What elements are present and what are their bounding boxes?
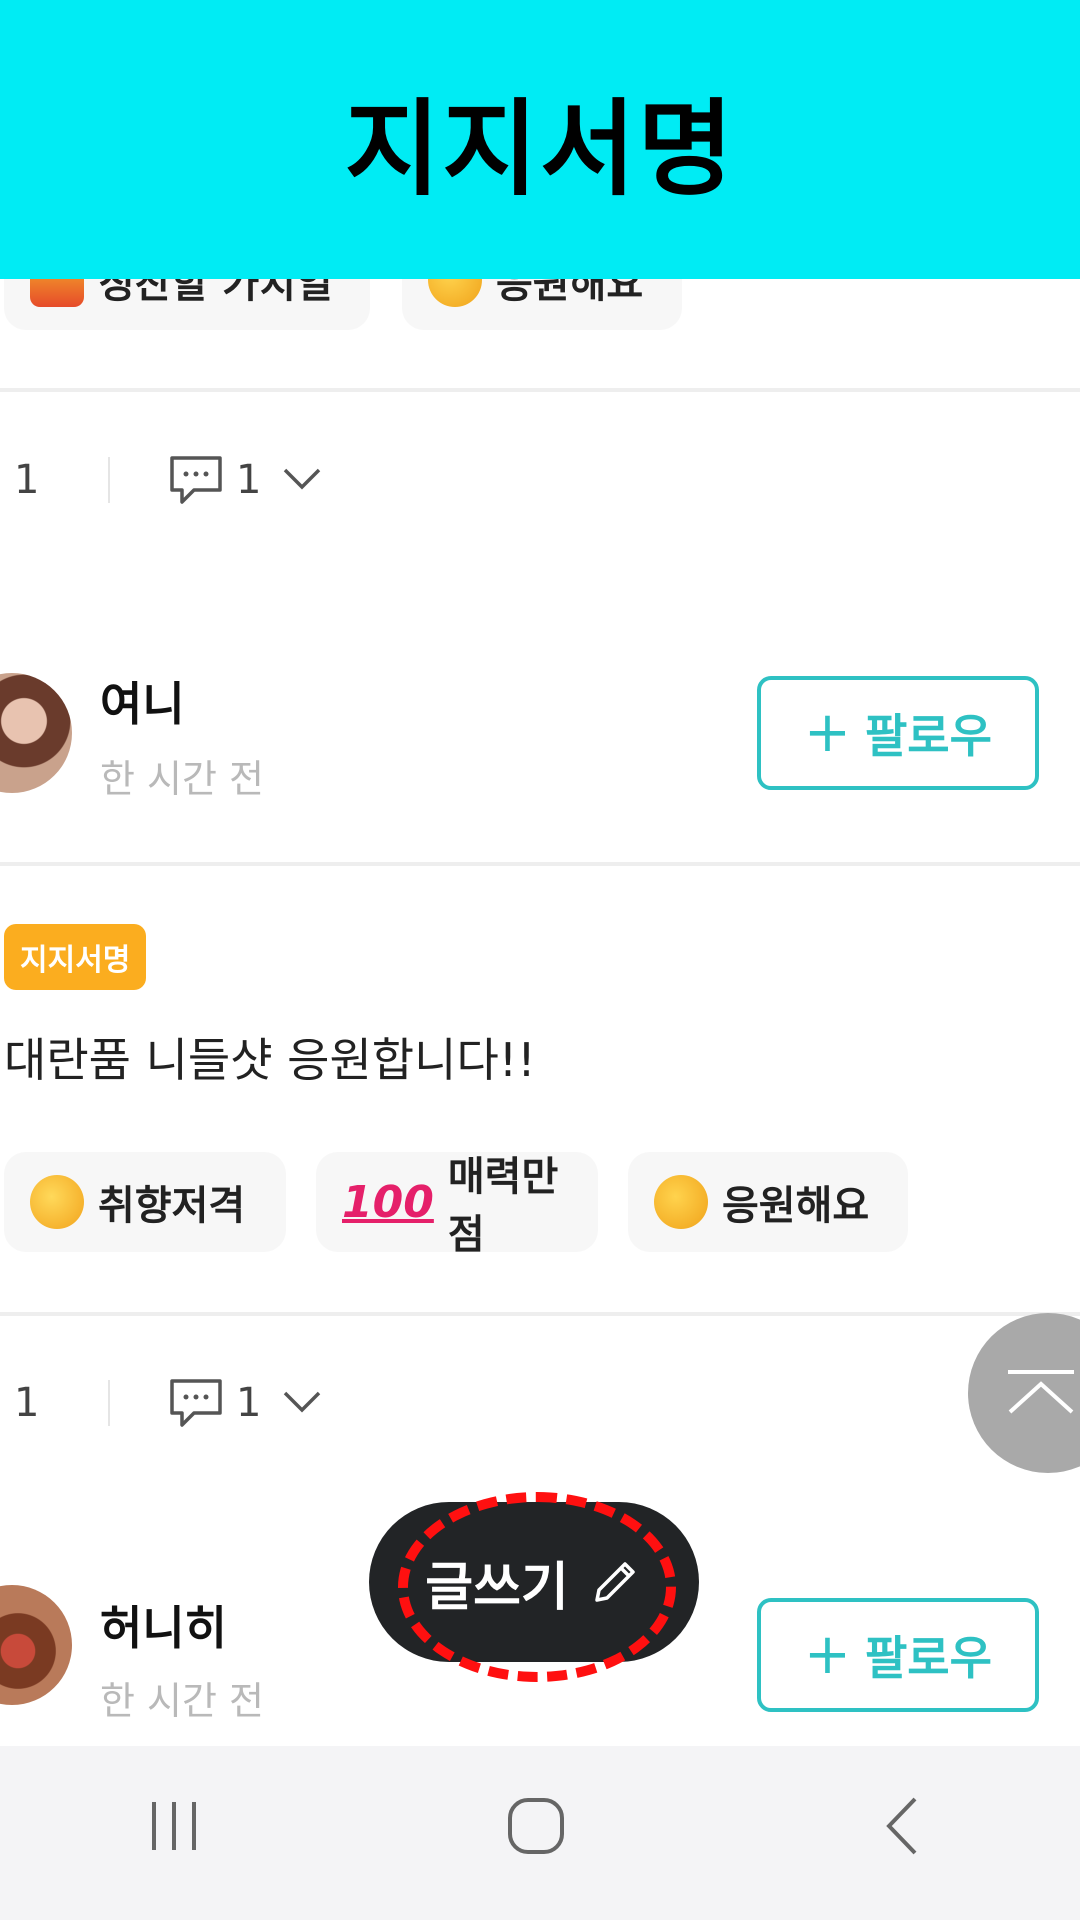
- follow-label: 팔로우: [864, 709, 992, 763]
- post-stats: 1 1: [0, 1363, 500, 1443]
- like-count[interactable]: 1: [14, 1380, 39, 1426]
- arrow-up-icon: [1008, 1370, 1074, 1414]
- avatar[interactable]: [0, 673, 72, 793]
- home-icon: [508, 1798, 564, 1854]
- plus-icon: +: [804, 1622, 851, 1687]
- reaction-chip-cheer[interactable]: 응원해요: [628, 1152, 908, 1252]
- title-banner: 지지서명: [0, 0, 1080, 279]
- post-time: 한 시간 전: [100, 757, 264, 801]
- navigation-bar: [0, 1746, 1080, 1920]
- follow-button[interactable]: + 팔로우: [757, 1598, 1039, 1712]
- hundred-points-icon: 100: [342, 1176, 434, 1228]
- follow-label: 팔로우: [864, 1631, 992, 1685]
- username[interactable]: 허니히: [100, 1592, 227, 1658]
- plus-icon: +: [804, 700, 851, 765]
- write-button[interactable]: 글쓰기: [369, 1502, 699, 1662]
- avatar[interactable]: [0, 1585, 72, 1705]
- pencil-icon: [595, 1562, 635, 1602]
- reaction-label: 매력만점: [447, 1154, 559, 1258]
- comment-icon[interactable]: [168, 454, 224, 506]
- stats-separator: [108, 1380, 110, 1426]
- chevron-down-icon[interactable]: [282, 1389, 322, 1415]
- post-stats: 1 1: [0, 440, 500, 520]
- stats-separator: [108, 457, 110, 503]
- username[interactable]: 여니: [100, 668, 185, 734]
- comment-count[interactable]: 1: [236, 1380, 261, 1426]
- reaction-label: 취향저격: [98, 1183, 246, 1229]
- reaction-chip-charm[interactable]: 100 매력만점: [316, 1152, 598, 1258]
- banner-title: 지지서명: [344, 88, 736, 210]
- scroll-to-top-button[interactable]: [968, 1313, 1080, 1473]
- recent-apps-button[interactable]: [114, 1776, 234, 1876]
- back-button[interactable]: [842, 1776, 962, 1876]
- divider: [0, 862, 1080, 866]
- reaction-chip-taste[interactable]: 취향저격: [4, 1152, 286, 1252]
- follow-button[interactable]: + 팔로우: [757, 676, 1039, 790]
- post-text[interactable]: 대란품 니들샷 응원합니다!!: [4, 1024, 536, 1090]
- screen: 칭찬할 가치일 응원해요 지지서명 1 1 여니 한 시간 전 + 팔로우 지지…: [0, 0, 1080, 1920]
- back-icon: [886, 1797, 917, 1855]
- category-tag: 지지서명: [4, 924, 147, 990]
- clapping-hands-icon: [654, 1175, 708, 1229]
- reaction-label: 응원해요: [722, 1183, 870, 1229]
- comment-icon[interactable]: [168, 1377, 224, 1429]
- comment-count[interactable]: 1: [236, 457, 261, 503]
- divider: [0, 388, 1080, 392]
- divider: [0, 1312, 1080, 1316]
- post-time: 한 시간 전: [100, 1679, 264, 1723]
- recent-apps-icon: [152, 1802, 196, 1850]
- chevron-down-icon[interactable]: [282, 466, 322, 492]
- like-count[interactable]: 1: [14, 457, 39, 503]
- home-button[interactable]: [476, 1776, 596, 1876]
- hugging-face-icon: [30, 1175, 84, 1229]
- write-label: 글쓰기: [425, 1557, 569, 1618]
